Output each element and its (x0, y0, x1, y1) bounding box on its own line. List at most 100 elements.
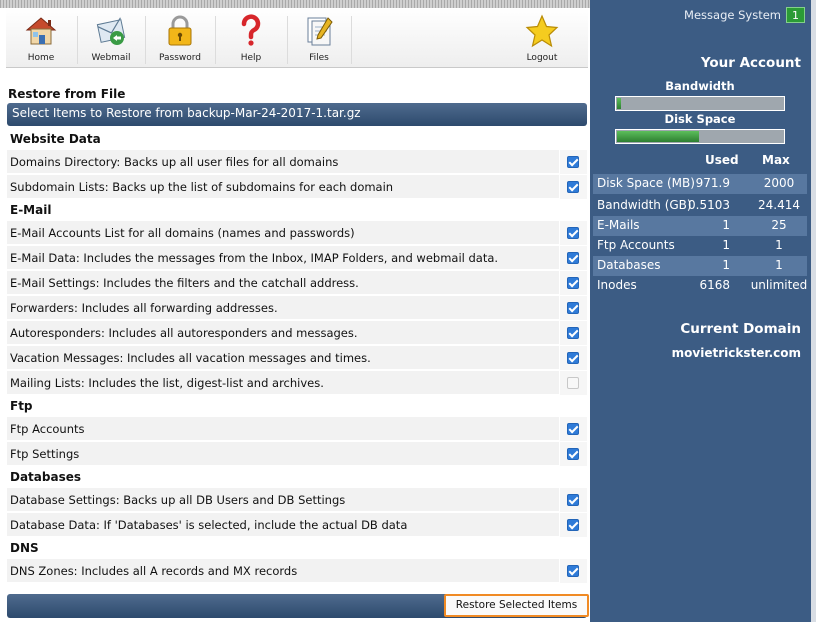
restore-item-label: Domains Directory: Backs up all user fil… (10, 155, 339, 169)
envelope-icon (96, 17, 126, 45)
group-label: DNS (10, 541, 39, 555)
nav-logout-label: Logout (526, 53, 558, 63)
restore-item-checkbox[interactable] (567, 302, 579, 314)
account-sidebar: Message System 1 Your Account Bandwidth … (590, 0, 811, 622)
restore-item-row: Vacation Messages: Includes all vacation… (7, 346, 587, 370)
message-system-link[interactable]: Message System (684, 8, 781, 22)
checkbox-cell (559, 246, 587, 270)
restore-item-label: Database Data: If 'Databases' is selecte… (10, 518, 408, 532)
restore-item-row: E-Mail Accounts List for all domains (na… (7, 221, 587, 245)
restore-selected-label: Restore Selected Items (455, 599, 578, 611)
restore-item-checkbox[interactable] (567, 565, 579, 577)
stat-row: Ftp Accounts 1 1 (593, 236, 807, 256)
restore-selected-button[interactable]: Restore Selected Items (444, 594, 589, 617)
stat-max: 25 (771, 218, 787, 232)
checkbox-cell (559, 559, 587, 583)
restore-item-label: Vacation Messages: Includes all vacation… (10, 351, 371, 365)
disk-space-bar (615, 129, 785, 144)
restore-item-checkbox[interactable] (567, 227, 579, 239)
stat-name: Ftp Accounts (597, 238, 675, 252)
nav-password[interactable]: Password (146, 8, 214, 68)
checkbox-cell (559, 371, 587, 395)
top-stripe (0, 0, 590, 8)
restore-header-title: Select Items to Restore from backup-Mar-… (12, 106, 361, 120)
nav-home-label: Home (27, 53, 55, 63)
bandwidth-label: Bandwidth (665, 79, 735, 93)
stat-max: unlimited (750, 278, 808, 292)
restore-item-label: Database Settings: Backs up all DB Users… (10, 493, 346, 507)
nav-logout[interactable]: Logout (511, 8, 573, 68)
restore-item-checkbox[interactable] (567, 423, 579, 435)
message-count-badge[interactable]: 1 (786, 7, 805, 23)
stat-name: Disk Space (MB) (597, 176, 695, 190)
restore-item-checkbox[interactable] (567, 277, 579, 289)
restore-item-label: Mailing Lists: Includes the list, digest… (10, 376, 324, 390)
restore-item-checkbox[interactable] (567, 377, 579, 389)
padlock-icon (168, 15, 192, 46)
your-account-title: Your Account (700, 55, 801, 71)
restore-item-checkbox[interactable] (567, 156, 579, 168)
restore-item-checkbox[interactable] (567, 352, 579, 364)
checkbox-cell (559, 513, 587, 537)
checkbox-cell (559, 296, 587, 320)
stat-row: Inodes 6168 unlimited (593, 276, 807, 296)
restore-header-bar: Select Items to Restore from backup-Mar-… (7, 103, 587, 126)
restore-item-checkbox[interactable] (567, 448, 579, 460)
restore-item-label: Subdomain Lists: Backs up the list of su… (10, 180, 394, 194)
restore-item-label: Ftp Settings (10, 447, 80, 461)
stat-row: Databases 1 1 (593, 256, 807, 276)
restore-item-checkbox[interactable] (567, 327, 579, 339)
group-label: Website Data (10, 132, 101, 146)
stat-name: Inodes (597, 278, 637, 292)
nav-password-label: Password (158, 53, 202, 63)
nav-files-label: Files (309, 53, 329, 63)
restore-item-row: E-Mail Settings: Includes the filters an… (7, 271, 587, 295)
nav-help[interactable]: Help (216, 8, 286, 68)
stat-row: E-Mails 1 25 (593, 216, 807, 236)
restore-item-row: E-Mail Data: Includes the messages from … (7, 246, 587, 270)
checkbox-cell (559, 221, 587, 245)
star-icon (525, 14, 559, 48)
current-domain-title: Current Domain (680, 321, 801, 337)
nav-home[interactable]: Home (6, 8, 76, 68)
restore-item-label: Autoresponders: Includes all autorespond… (10, 326, 358, 340)
footer-bar (7, 594, 445, 618)
sidebar-edge (811, 0, 816, 622)
group-label: E-Mail (10, 203, 52, 217)
restore-item-checkbox[interactable] (567, 494, 579, 506)
stat-max: 1 (775, 238, 783, 252)
restore-item-label: E-Mail Data: Includes the messages from … (10, 251, 499, 265)
stat-name: Bandwidth (GB) (597, 198, 692, 212)
restore-item-label: E-Mail Accounts List for all domains (na… (10, 226, 355, 240)
stats-max-header: Max (762, 153, 790, 167)
restore-item-row: Database Data: If 'Databases' is selecte… (7, 513, 587, 537)
nav-files[interactable]: Files (288, 8, 350, 68)
main-nav: Home Webmail Password Help Files Logout (6, 8, 588, 68)
checkbox-cell (559, 321, 587, 345)
restore-item-label: Ftp Accounts (10, 422, 85, 436)
stats-used-header: Used (705, 153, 739, 167)
bandwidth-bar (615, 96, 785, 111)
restore-item-row: Ftp Settings (7, 442, 587, 466)
restore-item-label: DNS Zones: Includes all A records and MX… (10, 564, 298, 578)
restore-item-checkbox[interactable] (567, 252, 579, 264)
stat-max: 1 (775, 258, 783, 272)
stat-max: 24.414 (758, 198, 800, 212)
stat-name: Databases (597, 258, 661, 272)
question-mark-icon (241, 14, 261, 46)
checkbox-cell (559, 346, 587, 370)
restore-item-label: Forwarders: Includes all forwarding addr… (10, 301, 278, 315)
disk-space-bar-fill (617, 131, 699, 142)
restore-item-row: Subdomain Lists: Backs up the list of su… (7, 175, 587, 199)
restore-item-row: Database Settings: Backs up all DB Users… (7, 488, 587, 512)
stat-row: Bandwidth (GB) 0.5103 24.414 (593, 196, 807, 216)
restore-item-row: Ftp Accounts (7, 417, 587, 441)
restore-item-row: Forwarders: Includes all forwarding addr… (7, 296, 587, 320)
nav-help-label: Help (240, 53, 262, 63)
nav-webmail[interactable]: Webmail (78, 8, 144, 68)
page-title: Restore from File (8, 87, 126, 101)
restore-item-checkbox[interactable] (567, 519, 579, 531)
house-icon (25, 17, 57, 45)
restore-item-row: Domains Directory: Backs up all user fil… (7, 150, 587, 174)
restore-item-checkbox[interactable] (567, 181, 579, 193)
